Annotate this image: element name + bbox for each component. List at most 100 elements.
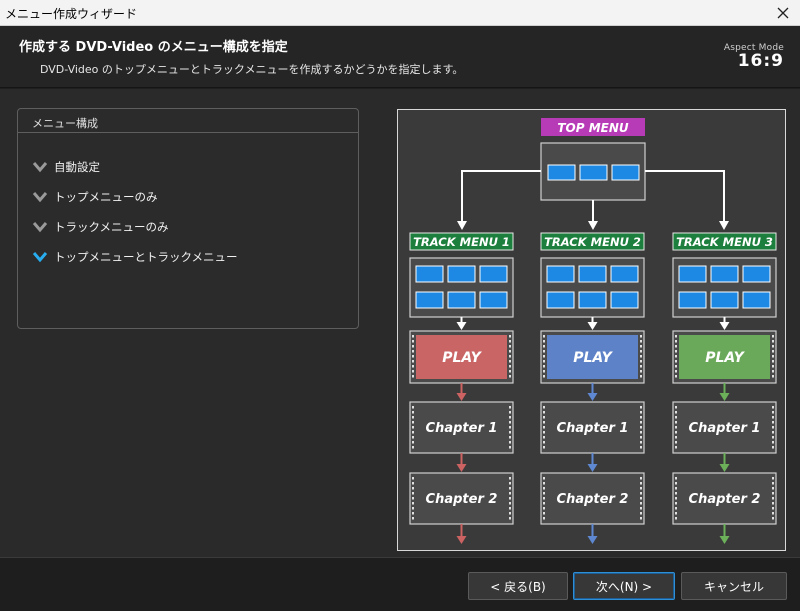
film-hole — [509, 340, 511, 343]
film-hole — [412, 441, 414, 444]
film-hole — [772, 340, 774, 343]
film-hole — [640, 406, 642, 409]
option-top-menu-only[interactable]: トップメニューのみ — [32, 187, 158, 207]
film-hole — [675, 436, 677, 439]
film-hole — [772, 345, 774, 348]
film-hole — [640, 360, 642, 363]
aspect-mode-value: 16:9 — [737, 51, 784, 71]
film-hole — [772, 421, 774, 424]
film-hole — [543, 406, 545, 409]
thumbnail — [447, 265, 476, 283]
film-hole — [543, 487, 545, 490]
film-hole — [543, 340, 545, 343]
film-hole — [509, 517, 511, 520]
film-hole — [543, 411, 545, 414]
film-hole — [543, 355, 545, 358]
option-label: トラックメニューのみ — [54, 220, 169, 234]
thumbnail — [742, 265, 771, 283]
film-hole — [675, 487, 677, 490]
film-hole — [675, 375, 677, 378]
film-hole — [509, 416, 511, 419]
film-hole — [509, 370, 511, 373]
track-menu-label: TRACK MENU 1 — [413, 235, 510, 249]
film-hole — [509, 350, 511, 353]
film-hole — [412, 345, 414, 348]
film-hole — [640, 350, 642, 353]
film-hole — [412, 431, 414, 434]
film-hole — [640, 487, 642, 490]
film-hole — [675, 345, 677, 348]
wizard-header: 作成する DVD-Video のメニュー構成を指定 DVD-Video のトップ… — [0, 26, 800, 88]
option-track-menu-only[interactable]: トラックメニューのみ — [32, 217, 169, 237]
film-hole — [543, 335, 545, 338]
film-hole — [640, 492, 642, 495]
thumbnail — [710, 291, 739, 309]
chevron-down-icon — [32, 162, 48, 173]
film-hole — [640, 375, 642, 378]
film-hole — [675, 421, 677, 424]
film-hole — [543, 507, 545, 510]
film-hole — [675, 446, 677, 449]
film-hole — [675, 507, 677, 510]
film-hole — [675, 411, 677, 414]
film-hole — [412, 355, 414, 358]
film-hole — [509, 512, 511, 515]
film-hole — [640, 355, 642, 358]
chapter-label: Chapter 1 — [557, 421, 629, 436]
film-hole — [543, 436, 545, 439]
film-hole — [412, 477, 414, 480]
film-hole — [412, 335, 414, 338]
thumbnail — [447, 291, 476, 309]
page-title: 作成する DVD-Video のメニュー構成を指定 — [19, 40, 288, 55]
film-hole — [675, 416, 677, 419]
film-hole — [412, 502, 414, 505]
film-hole — [640, 340, 642, 343]
film-hole — [509, 492, 511, 495]
thumbnail — [678, 265, 707, 283]
film-hole — [509, 446, 511, 449]
close-icon[interactable] — [772, 2, 794, 24]
film-hole — [412, 517, 414, 520]
film-hole — [543, 431, 545, 434]
film-hole — [772, 497, 774, 500]
film-hole — [509, 345, 511, 348]
film-hole — [509, 502, 511, 505]
aspect-mode-indicator: Aspect Mode 16:9 — [724, 43, 784, 71]
film-hole — [640, 517, 642, 520]
film-hole — [640, 365, 642, 368]
film-hole — [509, 360, 511, 363]
option-auto[interactable]: 自動設定 — [32, 157, 100, 177]
option-label: トップメニューとトラックメニュー — [54, 250, 238, 264]
film-hole — [412, 370, 414, 373]
film-hole — [640, 441, 642, 444]
film-hole — [772, 441, 774, 444]
page-subtitle: DVD-Video のトップメニューとトラックメニューを作成するかどうかを指定し… — [40, 63, 464, 76]
film-hole — [772, 411, 774, 414]
film-hole — [772, 507, 774, 510]
top-menu-label: TOP MENU — [557, 121, 629, 135]
cancel-button[interactable]: キャンセル — [681, 572, 787, 600]
film-hole — [412, 416, 414, 419]
thumbnail — [415, 265, 444, 283]
film-hole — [412, 497, 414, 500]
track-menu-label: TRACK MENU 2 — [544, 235, 641, 249]
film-hole — [675, 365, 677, 368]
film-hole — [509, 365, 511, 368]
film-hole — [509, 497, 511, 500]
next-button[interactable]: 次へ(N) > — [573, 572, 675, 600]
film-hole — [772, 446, 774, 449]
option-top-and-track-menu[interactable]: トップメニューとトラックメニュー — [32, 247, 238, 267]
menu-config-panel: メニュー構成 自動設定 トップメニューのみ トラックメニューのみ トップメニュー… — [17, 108, 359, 329]
film-hole — [772, 365, 774, 368]
play-label: PLAY — [573, 350, 613, 366]
title-bar: メニュー作成ウィザード — [0, 0, 800, 26]
film-hole — [675, 477, 677, 480]
film-hole — [675, 426, 677, 429]
film-hole — [772, 477, 774, 480]
film-hole — [412, 487, 414, 490]
film-hole — [640, 416, 642, 419]
back-button[interactable]: < 戻る(B) — [468, 572, 568, 600]
film-hole — [772, 370, 774, 373]
film-hole — [543, 426, 545, 429]
film-hole — [543, 446, 545, 449]
